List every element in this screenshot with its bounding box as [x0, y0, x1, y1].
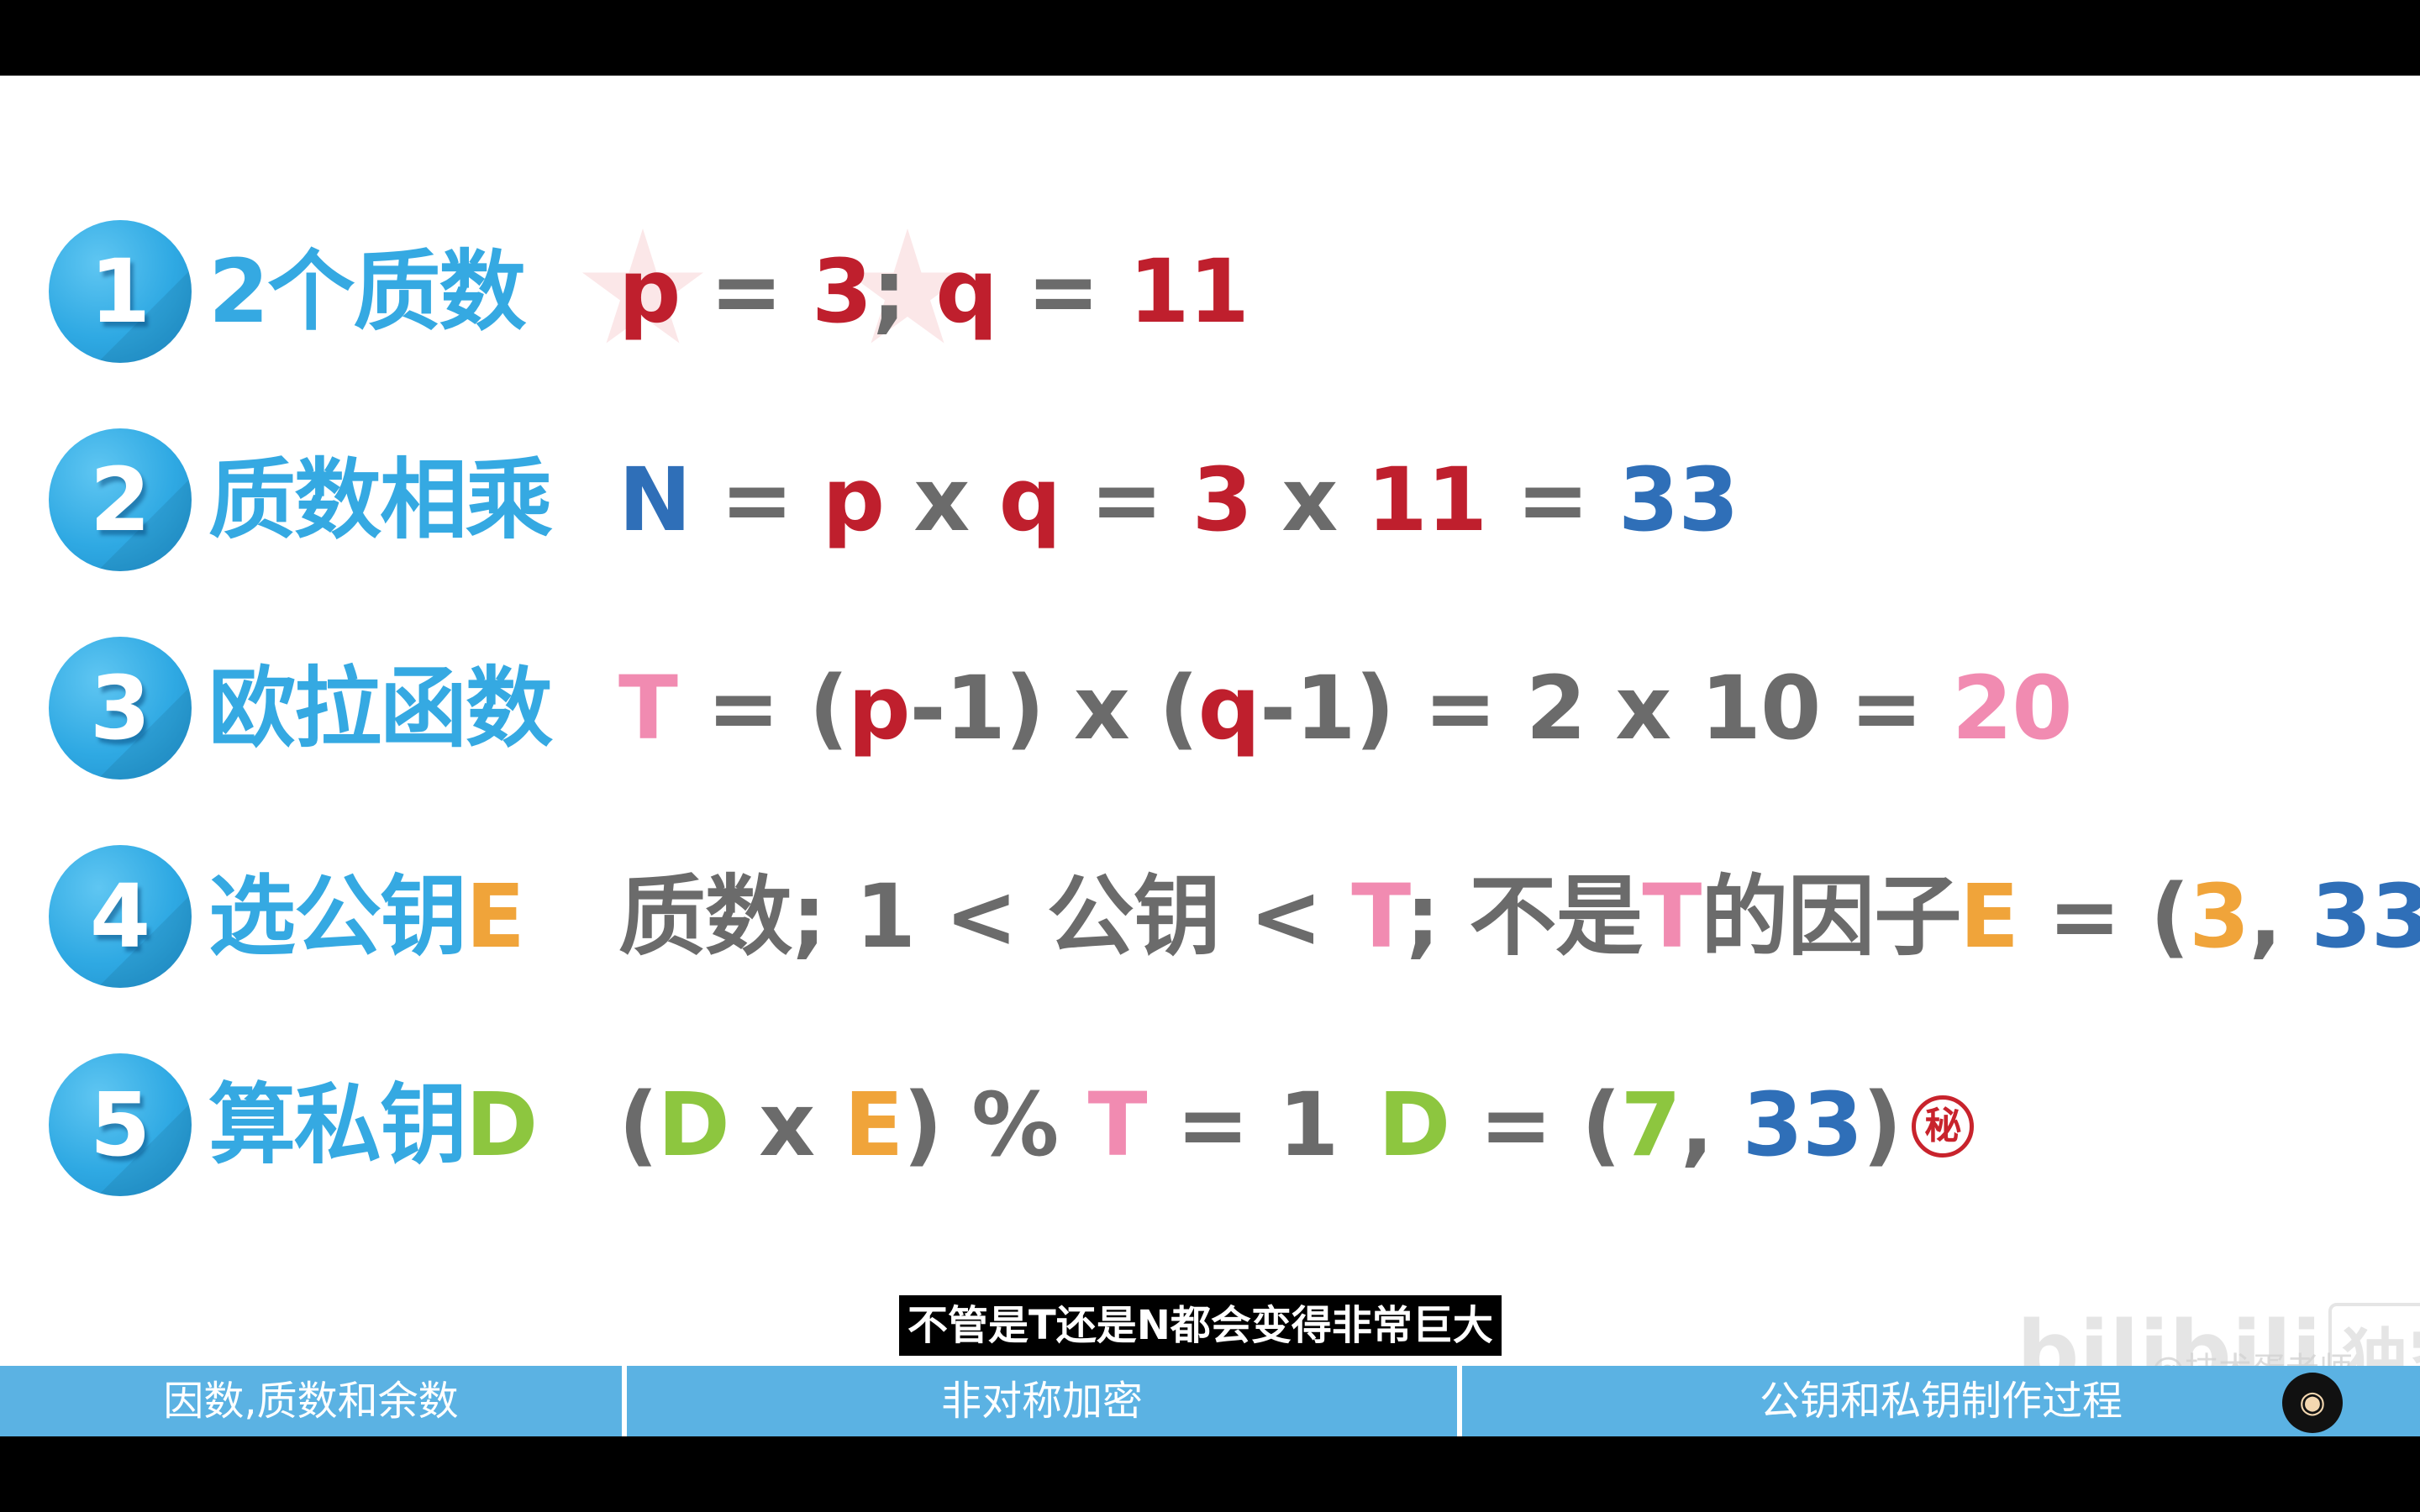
times-sign: x	[759, 1074, 815, 1176]
public-key-result: E = (3, 33)	[1960, 845, 2420, 988]
var-p: p	[618, 240, 681, 343]
equals-sign: =	[709, 240, 783, 343]
product-expression: 2 x 10	[1525, 657, 1822, 759]
condition-text: ; 不是	[1405, 865, 1644, 968]
paren: (	[1159, 657, 1199, 759]
equals-sign: =	[720, 449, 793, 551]
value-N: 33	[1742, 1074, 1864, 1176]
condition-text: 质数; 1 < 公钥 <	[618, 865, 1352, 968]
equals-sign: =	[1026, 240, 1100, 343]
var-D: D	[1378, 1074, 1450, 1176]
step-row-3: 3 欧拉函数 T = (p-1) x (q-1) = 2 x 10 = 20	[0, 637, 2420, 780]
equals-sign: =	[1516, 449, 1590, 551]
slide-canvas: 1 2个质数 p = 3; q = 11 2 质数相乘 N = p x q = …	[0, 76, 2420, 1436]
var-p: p	[822, 449, 885, 551]
var-E: E	[844, 1074, 903, 1176]
value-D: 7	[1620, 1074, 1681, 1176]
times-sign: x	[1073, 657, 1130, 759]
equation-result: = 1	[1176, 1074, 1339, 1176]
chapter-item[interactable]: 公钥和私钥制作过程	[1457, 1366, 2420, 1436]
var-q: q	[935, 240, 997, 343]
times-sign: x	[1281, 449, 1338, 551]
chapter-bar: 因数,质数和余数 非对称加密 公钥和私钥制作过程	[0, 1366, 2420, 1436]
equals-sign: = (	[2048, 865, 2190, 968]
var-p: p	[848, 657, 910, 759]
private-key-result: D = (7, 33) 秘	[1378, 1053, 1974, 1196]
secret-seal-icon: 秘	[1911, 1095, 1974, 1158]
var-q: q	[1197, 657, 1260, 759]
formula-private-key: (D x E) % T = 1	[618, 1053, 1339, 1196]
step-title: 2个质数	[208, 240, 526, 343]
step-title-var: E	[466, 865, 525, 968]
step-row-1: 1 2个质数 p = 3; q = 11	[0, 220, 2420, 363]
step-badge-1: 1	[49, 220, 192, 363]
var-T: T	[1087, 1074, 1148, 1176]
times-sign: x	[913, 449, 970, 551]
step-title-text: 算私钥	[208, 1074, 467, 1176]
equals-sign: = (	[1479, 1074, 1622, 1176]
minus-one: -1)	[1260, 657, 1395, 759]
step-badge-4: 4	[49, 845, 192, 988]
separator: ;	[871, 240, 907, 343]
var-D: D	[657, 1074, 730, 1176]
chapter-item[interactable]: 非对称加密	[622, 1366, 1457, 1436]
equals-sign: =	[1090, 449, 1163, 551]
var-E: E	[1960, 865, 2019, 968]
var-N: N	[618, 449, 692, 551]
chapter-item[interactable]: 因数,质数和余数	[0, 1366, 622, 1436]
equals-sign: =	[1849, 657, 1923, 759]
formula-totient: T = (p-1) x (q-1) = 2 x 10 = 20	[618, 637, 2073, 780]
value-E: 3	[2189, 865, 2249, 968]
step-row-5: 5 算私钥D (D x E) % T = 1 D = (7, 33) 秘	[0, 1053, 2420, 1196]
step-title: 欧拉函数	[208, 657, 553, 759]
video-subtitle: 不管是T还是N都会变得非常巨大	[899, 1295, 1502, 1356]
value-T: 20	[1951, 657, 2073, 759]
equals-sign: =	[707, 657, 780, 759]
var-q: q	[998, 449, 1061, 551]
formula-primes: p = 3; q = 11	[618, 220, 1249, 363]
paren: (	[808, 657, 850, 759]
step-number: 4	[89, 865, 151, 968]
step-title-var: D	[466, 1074, 538, 1176]
formula-modulus: N = p x q = 3 x 11 = 33	[618, 428, 1739, 571]
comma: ,	[2249, 865, 2283, 968]
mascot-icon: ◉	[2282, 1373, 2343, 1433]
condition-text: 的因子	[1701, 865, 1961, 968]
equals-sign: =	[1423, 657, 1497, 759]
step-badge-2: 2	[49, 428, 192, 571]
step-row-2: 2 质数相乘 N = p x q = 3 x 11 = 33	[0, 428, 2420, 571]
step-title: 算私钥D	[208, 1053, 538, 1196]
value-p: 3	[812, 240, 872, 343]
value-N: 33	[1618, 449, 1739, 551]
step-number: 1	[89, 240, 151, 343]
step-number: 2	[89, 449, 151, 551]
step-badge-3: 3	[49, 637, 192, 780]
paren: (	[618, 1074, 659, 1176]
minus-one: -1)	[909, 657, 1045, 759]
value-N: 33	[2311, 865, 2420, 968]
modulo-sign: ) %	[902, 1074, 1059, 1176]
step-badge-5: 5	[49, 1053, 192, 1196]
value-q: 11	[1366, 449, 1488, 551]
comma: ,	[1680, 1074, 1714, 1176]
step-row-4: 4 选公钥E 质数; 1 < 公钥 < T; 不是T的因子 E = (3, 33…	[0, 845, 2420, 988]
formula-public-key: 质数; 1 < 公钥 < T; 不是T的因子	[618, 845, 1961, 988]
value-p: 3	[1192, 449, 1253, 551]
var-T: T	[618, 657, 678, 759]
var-T: T	[1351, 865, 1406, 968]
var-T: T	[1642, 865, 1702, 968]
step-number: 5	[89, 1074, 151, 1176]
step-title-text: 选公钥	[208, 865, 467, 968]
step-title: 选公钥E	[208, 845, 525, 988]
step-title: 质数相乘	[208, 449, 553, 551]
value-q: 11	[1128, 240, 1249, 343]
paren: )	[1862, 1074, 1902, 1176]
step-number: 3	[89, 657, 151, 759]
